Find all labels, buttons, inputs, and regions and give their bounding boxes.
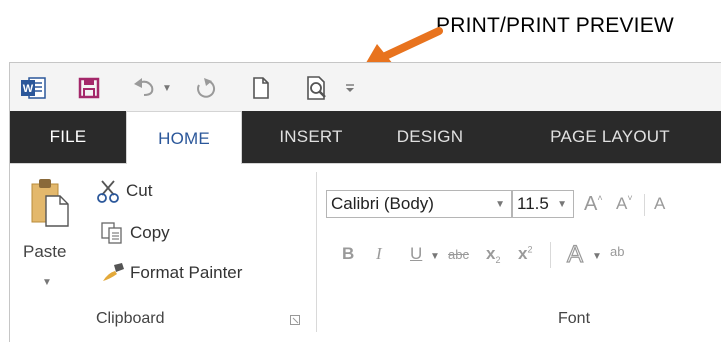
tab-file[interactable]: FILE bbox=[10, 111, 126, 163]
paste-dropdown-icon[interactable]: ▼ bbox=[42, 272, 52, 290]
italic-button[interactable]: I bbox=[376, 244, 382, 264]
format-painter-button[interactable]: Format Painter bbox=[100, 258, 242, 288]
subscript-button[interactable]: x2 bbox=[486, 244, 500, 265]
quick-access-toolbar: W ▼ bbox=[10, 63, 721, 111]
highlight-icon[interactable]: ab bbox=[610, 244, 624, 259]
change-case-icon[interactable]: A bbox=[654, 194, 665, 214]
ribbon-home: Paste ▼ Cut Copy Format Painter Clipboar… bbox=[10, 164, 721, 342]
underline-dropdown-icon[interactable]: ▼ bbox=[430, 246, 440, 264]
ribbon-tabs: FILE HOME INSERT DESIGN PAGE LAYOUT bbox=[10, 111, 721, 165]
tab-insert[interactable]: INSERT bbox=[266, 111, 356, 163]
clipboard-group: Paste ▼ Cut Copy Format Painter Clipboar… bbox=[10, 164, 310, 342]
svg-text:A: A bbox=[567, 241, 583, 266]
clipboard-group-label: Clipboard bbox=[96, 310, 165, 327]
scissors-icon bbox=[97, 180, 119, 203]
strikethrough-button[interactable]: abc bbox=[448, 247, 469, 262]
font-group: Calibri (Body) ▼ 11.5 ▼ A ˄ A ˅ A B I U ▼ … bbox=[322, 164, 721, 342]
paste-label: Paste bbox=[23, 242, 67, 261]
font-group-label: Font bbox=[558, 310, 591, 327]
copy-label: Copy bbox=[130, 223, 170, 242]
undo-icon[interactable] bbox=[130, 71, 160, 105]
group-separator bbox=[316, 172, 317, 332]
separator bbox=[644, 194, 645, 216]
superscript-button[interactable]: x2 bbox=[518, 244, 532, 264]
copy-button[interactable]: Copy bbox=[100, 218, 170, 248]
tab-home[interactable]: HOME bbox=[126, 111, 242, 165]
font-size-select[interactable]: 11.5 ▼ bbox=[512, 190, 574, 218]
text-effects-dropdown-icon[interactable]: ▼ bbox=[592, 246, 602, 264]
print-preview-icon[interactable] bbox=[302, 71, 334, 105]
font-name-dropdown-icon[interactable]: ▼ bbox=[495, 199, 505, 210]
bold-button[interactable]: B bbox=[342, 244, 354, 264]
format-painter-label: Format Painter bbox=[130, 263, 243, 282]
paste-icon bbox=[31, 179, 69, 227]
clipboard-launcher-icon[interactable] bbox=[290, 315, 300, 325]
undo-dropdown-icon[interactable]: ▼ bbox=[160, 71, 174, 105]
copy-icon bbox=[101, 222, 122, 244]
word-logo-icon[interactable]: W bbox=[18, 71, 48, 105]
separator bbox=[550, 242, 551, 268]
text-effects-icon: A bbox=[566, 240, 583, 268]
tab-design[interactable]: DESIGN bbox=[380, 111, 480, 163]
cut-button[interactable]: Cut bbox=[96, 176, 152, 206]
save-icon[interactable] bbox=[74, 71, 104, 105]
paste-button[interactable]: Paste ▼ bbox=[20, 176, 78, 294]
text-effects-button[interactable]: A bbox=[562, 240, 588, 271]
font-size-dropdown-icon[interactable]: ▼ bbox=[557, 199, 567, 210]
redo-icon[interactable] bbox=[190, 71, 220, 105]
font-name-value: Calibri (Body) bbox=[331, 194, 434, 213]
customize-qat-icon[interactable] bbox=[342, 71, 358, 105]
underline-button[interactable]: U bbox=[410, 244, 422, 264]
word-window: W ▼ FILE HOME INSERT DESIGN PAGE LAYOUT … bbox=[9, 62, 721, 342]
annotation-label: PRINT/PRINT PREVIEW bbox=[436, 14, 674, 37]
tab-page-layout[interactable]: PAGE LAYOUT bbox=[510, 111, 710, 163]
cut-label: Cut bbox=[126, 181, 153, 200]
shrink-font-button[interactable]: A ˅ bbox=[616, 190, 633, 218]
svg-text:W: W bbox=[23, 83, 34, 95]
grow-font-button[interactable]: A ˄ bbox=[584, 190, 603, 218]
format-painter-icon bbox=[103, 263, 124, 281]
new-document-icon[interactable] bbox=[246, 71, 276, 105]
font-size-value: 11.5 bbox=[517, 194, 549, 213]
font-name-select[interactable]: Calibri (Body) ▼ bbox=[326, 190, 512, 218]
